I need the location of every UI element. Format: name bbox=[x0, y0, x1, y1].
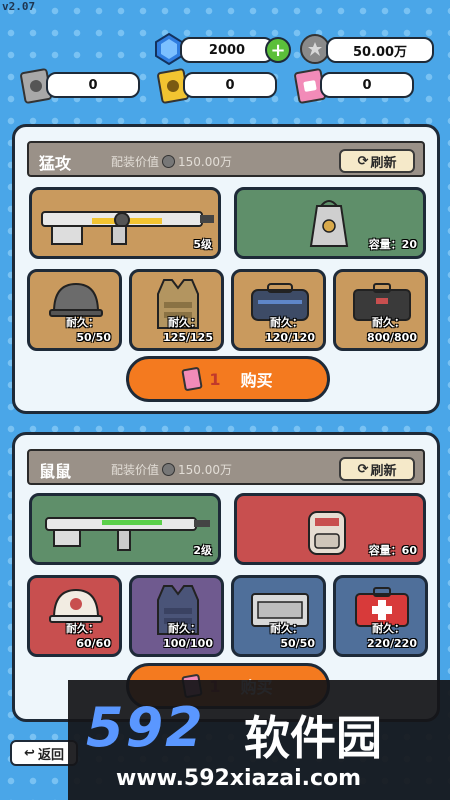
value-label: 配装价值 bbox=[111, 463, 160, 477]
coin-icon bbox=[162, 463, 176, 476]
rifle-icon bbox=[41, 211, 214, 245]
plus-icon: + bbox=[270, 39, 286, 61]
value-amount: 150.00万 bbox=[178, 463, 233, 477]
weapon-level: 5级 bbox=[193, 238, 212, 251]
watermark-url: www.592xiazai.com bbox=[116, 766, 362, 791]
back-arrow-icon: ↩ bbox=[24, 745, 35, 761]
refresh-icon: ⟳ bbox=[357, 461, 369, 477]
durability-label: 耐久： bbox=[66, 316, 99, 329]
case-slot[interactable]: 耐久： 800/800 bbox=[333, 269, 428, 351]
panel-header: 猛攻 配装价值 150.00万 ⟳ 刷新 bbox=[27, 141, 425, 177]
backpack-icon bbox=[308, 511, 346, 555]
buy-cost: 1 bbox=[209, 369, 221, 389]
value-label: 配装价值 bbox=[111, 155, 160, 169]
armor-slot[interactable]: 耐久： 125/125 bbox=[129, 269, 224, 351]
durability-value: 50/50 bbox=[280, 637, 315, 650]
refresh-icon: ⟳ bbox=[357, 153, 369, 169]
loadout-panel-aggressive: 猛攻 配装价值 150.00万 ⟳ 刷新 5级 容量：20 耐久： 50/50 耐久… bbox=[12, 124, 440, 414]
durability-value: 125/125 bbox=[163, 331, 213, 344]
durability-value: 60/60 bbox=[76, 637, 111, 650]
durability-value: 100/100 bbox=[163, 637, 213, 650]
add-gems-button[interactable]: + bbox=[265, 37, 291, 63]
panel-header: 鼠鼠 配装价值 150.00万 ⟳ 刷新 bbox=[27, 449, 425, 485]
value-amount: 150.00万 bbox=[178, 155, 233, 169]
durability-value: 50/50 bbox=[76, 331, 111, 344]
backpack-icon bbox=[309, 200, 349, 247]
durability-label: 耐久： bbox=[66, 622, 99, 635]
helmet-slot[interactable]: 耐久： 60/60 bbox=[27, 575, 122, 657]
rifle-icon bbox=[45, 517, 210, 551]
loadout-panel-rat: 鼠鼠 配装价值 150.00万 ⟳ 刷新 2级 容量：60 耐久： 60/60 耐久… bbox=[12, 432, 440, 722]
loadout-value: 配装价值 150.00万 bbox=[111, 461, 232, 478]
durability-label: 耐久： bbox=[168, 622, 201, 635]
loadout-value: 配装价值 150.00万 bbox=[111, 153, 232, 170]
weapon-slot[interactable]: 2级 bbox=[29, 493, 221, 565]
durability-value: 800/800 bbox=[367, 331, 417, 344]
gold-ticket-count: 0 bbox=[183, 72, 277, 98]
durability-value: 220/220 bbox=[367, 637, 417, 650]
back-label: 返回 bbox=[37, 747, 64, 763]
medkit-slot[interactable]: 耐久： 220/220 bbox=[333, 575, 428, 657]
watermark-name: 软件园 bbox=[244, 711, 382, 765]
weapon-level: 2级 bbox=[193, 544, 212, 557]
bag-slot[interactable]: 耐久： 120/120 bbox=[231, 269, 326, 351]
durability-label: 耐久： bbox=[168, 316, 201, 329]
loadout-name: 猛攻 bbox=[39, 154, 72, 173]
refresh-button[interactable]: ⟳ 刷新 bbox=[339, 149, 415, 173]
backpack-slot[interactable]: 容量：60 bbox=[234, 493, 426, 565]
refresh-label: 刷新 bbox=[370, 155, 397, 171]
helmet-slot[interactable]: 耐久： 50/50 bbox=[27, 269, 122, 351]
backpack-slot[interactable]: 容量：20 bbox=[234, 187, 426, 259]
durability-label: 耐久： bbox=[372, 622, 405, 635]
refresh-label: 刷新 bbox=[370, 463, 397, 479]
armor-slot[interactable]: 耐久： 100/100 bbox=[129, 575, 224, 657]
watermark-logo: 592 bbox=[86, 696, 205, 759]
pink-ticket-count: 0 bbox=[320, 72, 414, 98]
backpack-capacity: 容量：20 bbox=[368, 238, 417, 251]
gem-count: 2000 bbox=[180, 37, 274, 63]
buy-label: 购买 bbox=[240, 371, 273, 390]
buy-button[interactable]: 1 购买 bbox=[126, 356, 330, 402]
bag-slot[interactable]: 耐久： 50/50 bbox=[231, 575, 326, 657]
backpack-capacity: 容量：60 bbox=[368, 544, 417, 557]
durability-label: 耐久： bbox=[270, 622, 303, 635]
silver-ticket-count: 0 bbox=[46, 72, 140, 98]
durability-value: 120/120 bbox=[265, 331, 315, 344]
coin-count: 50.00万 bbox=[326, 37, 434, 63]
coin-icon bbox=[162, 155, 176, 168]
durability-label: 耐久： bbox=[372, 316, 405, 329]
watermark-overlay: 592 软件园 www.592xiazai.com bbox=[68, 680, 450, 800]
durability-label: 耐久： bbox=[270, 316, 303, 329]
version-label: v2.07 bbox=[2, 0, 36, 13]
refresh-button[interactable]: ⟳ 刷新 bbox=[339, 457, 415, 481]
loadout-name: 鼠鼠 bbox=[39, 462, 72, 481]
weapon-slot[interactable]: 5级 bbox=[29, 187, 221, 259]
pink-ticket-icon bbox=[181, 366, 204, 392]
